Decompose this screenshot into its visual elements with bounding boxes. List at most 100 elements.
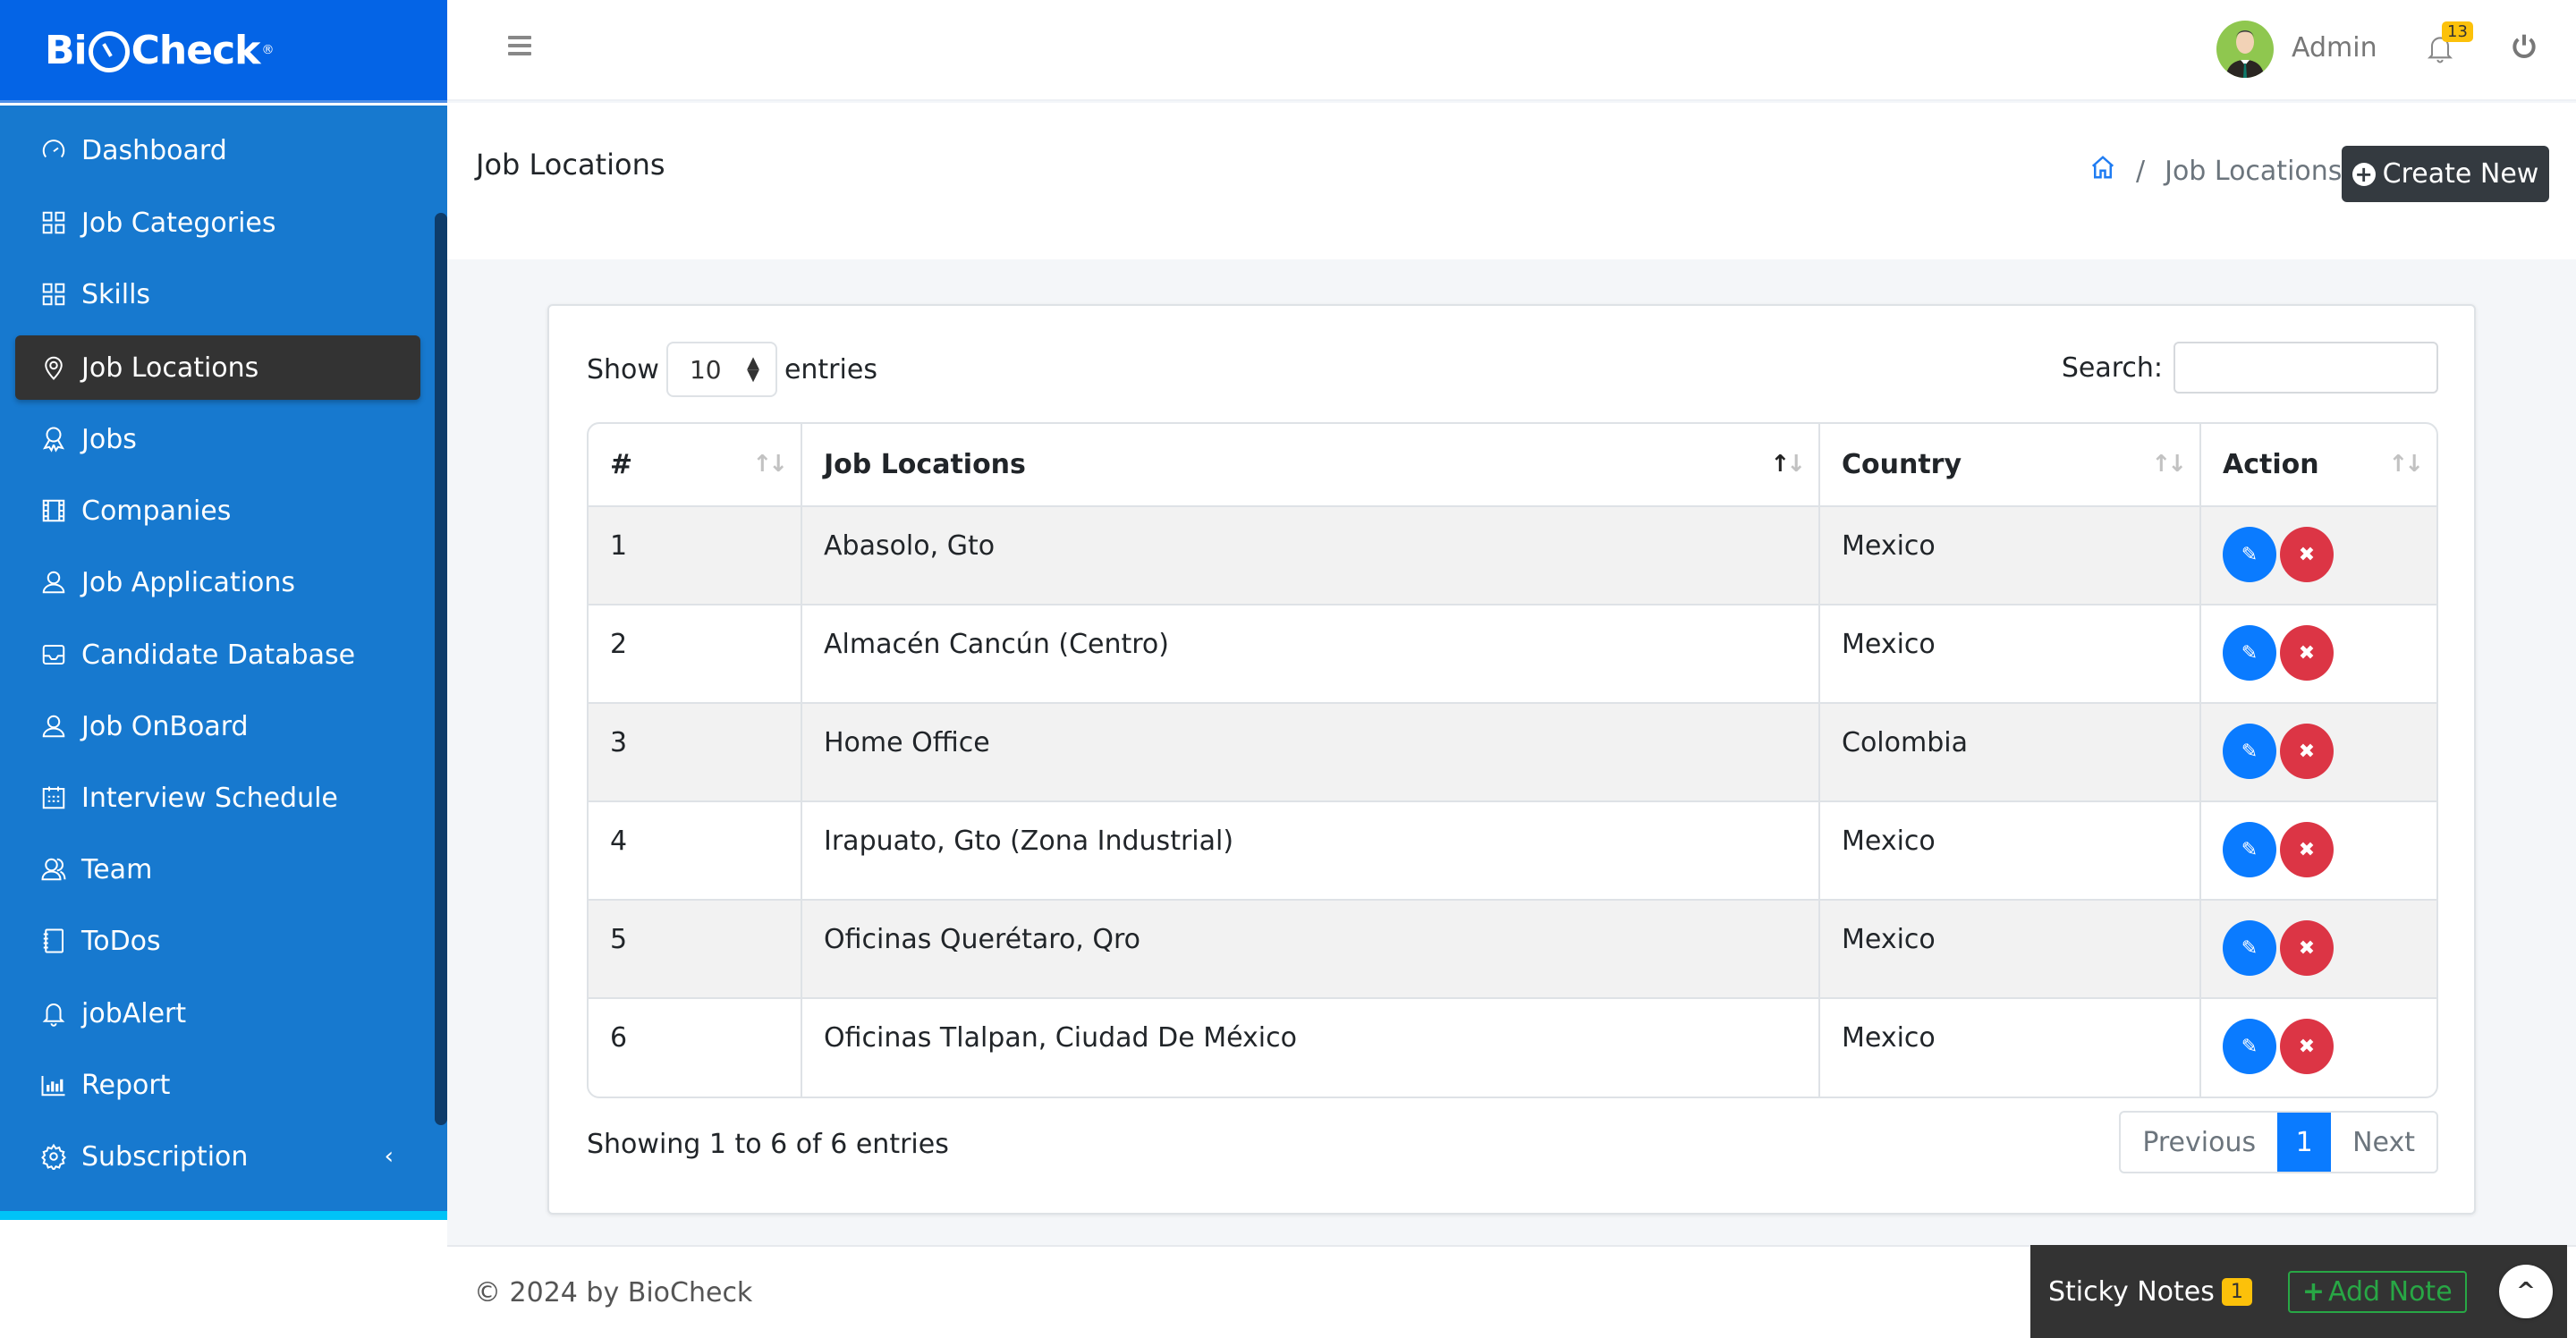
- grid-icon: [40, 209, 67, 236]
- film-icon: [40, 497, 67, 524]
- chevron-left-icon[interactable]: ‹: [385, 1143, 394, 1170]
- cell-location: Irapuato, Gto (Zona Industrial): [801, 801, 1820, 901]
- notebook-icon: [40, 927, 67, 954]
- avatar[interactable]: [2216, 21, 2274, 78]
- bell-icon: [40, 1000, 67, 1027]
- sidebar-item-job-categories[interactable]: Job Categories: [15, 191, 420, 255]
- chevron-up-icon[interactable]: ^: [2499, 1265, 2553, 1318]
- delete-x-icon[interactable]: ✖: [2280, 625, 2334, 681]
- home-icon[interactable]: [2089, 154, 2116, 188]
- calendar-icon: [40, 784, 67, 811]
- copyright: © 2024 by BioCheck: [474, 1277, 753, 1308]
- table-row: 6 Oficinas Tlalpan, Ciudad De México Mex…: [589, 998, 2436, 1097]
- cell-number: 3: [589, 703, 802, 802]
- cell-actions: ✎ ✖: [2200, 506, 2436, 605]
- gear-icon: [40, 1143, 67, 1170]
- sidebar-item-team[interactable]: Team: [15, 837, 420, 902]
- grid-icon: [40, 281, 67, 308]
- sidebar-item-label: Job Applications: [81, 566, 296, 598]
- sidebar-item-label: Job OnBoard: [81, 710, 249, 742]
- sidebar-item-jobs[interactable]: Jobs: [15, 407, 420, 471]
- page-length-select[interactable]: 10 ▲ ▼: [665, 342, 777, 397]
- cell-country: Mexico: [1819, 506, 2201, 605]
- power-logout-icon[interactable]: [2510, 32, 2538, 61]
- edit-pencil-icon[interactable]: ✎: [2223, 1019, 2276, 1074]
- breadcrumb-separator: /: [2136, 155, 2146, 187]
- cell-actions: ✎ ✖: [2200, 998, 2436, 1097]
- sort-icon: ↑↓: [2151, 451, 2187, 478]
- search-input[interactable]: [2174, 342, 2438, 394]
- users-icon: [40, 856, 67, 883]
- edit-pencil-icon[interactable]: ✎: [2223, 724, 2276, 779]
- cell-country: Colombia: [1819, 703, 2201, 802]
- plus-icon: +: [2301, 1275, 2326, 1308]
- create-new-button[interactable]: + Create New: [2342, 146, 2549, 202]
- cell-country: Mexico: [1819, 900, 2201, 999]
- brand-logo[interactable]: Bi Check ®: [45, 27, 274, 73]
- sidebar-item-report[interactable]: Report: [15, 1053, 420, 1117]
- delete-x-icon[interactable]: ✖: [2280, 527, 2334, 582]
- sticky-notes-label[interactable]: Sticky Notes: [2048, 1276, 2215, 1308]
- delete-x-icon[interactable]: ✖: [2280, 822, 2334, 877]
- cell-location: Oficinas Querétaro, Qro: [801, 900, 1820, 999]
- pagination-next[interactable]: Next: [2331, 1113, 2436, 1172]
- sidebar-item-label: Subscription: [81, 1140, 249, 1173]
- sidebar-item-jobalert[interactable]: jobAlert: [15, 981, 420, 1046]
- edit-pencil-icon[interactable]: ✎: [2223, 822, 2276, 877]
- sidebar-menu: Dashboard Job Categories Skills Job Loca…: [0, 106, 447, 1211]
- sidebar-scrollbar[interactable]: [435, 213, 447, 1125]
- sidebar-item-label: Companies: [81, 495, 232, 527]
- sidebar-item-label: Team: [81, 853, 153, 885]
- user-icon: [40, 569, 67, 596]
- sidebar-item-label: Dashboard: [81, 134, 227, 166]
- sidebar-item-job-onboard[interactable]: Job OnBoard: [15, 694, 420, 758]
- brand-name-right: Check: [131, 27, 261, 73]
- add-note-button[interactable]: + Add Note: [2287, 1270, 2467, 1313]
- table-info: Showing 1 to 6 of 6 entries: [587, 1129, 949, 1160]
- sidebar-item-dashboard[interactable]: Dashboard: [15, 118, 420, 182]
- sidebar-item-companies[interactable]: Companies: [15, 478, 420, 543]
- delete-x-icon[interactable]: ✖: [2280, 920, 2334, 976]
- column-header-number[interactable]: # ↑↓: [589, 424, 802, 507]
- page-length-value: 10: [689, 354, 722, 385]
- cell-actions: ✎ ✖: [2200, 801, 2436, 901]
- pagination-page-1[interactable]: 1: [2277, 1113, 2332, 1172]
- job-locations-table: # ↑↓ Job Locations ↑↓ Country ↑↓ Action ↑↓ 1…: [587, 422, 2438, 1098]
- sidebar-bottom-accent: [0, 1211, 447, 1220]
- delete-x-icon[interactable]: ✖: [2280, 724, 2334, 779]
- notification-count-badge: 13: [2442, 21, 2473, 42]
- sidebar-item-job-locations[interactable]: Job Locations: [15, 335, 420, 400]
- sidebar-item-subscription[interactable]: Subscription ‹: [15, 1124, 420, 1189]
- sidebar-item-todos[interactable]: ToDos: [15, 909, 420, 973]
- edit-pencil-icon[interactable]: ✎: [2223, 625, 2276, 681]
- brand-header: Bi Check ®: [0, 0, 447, 103]
- delete-x-icon[interactable]: ✖: [2280, 1019, 2334, 1074]
- sidebar-item-candidate-database[interactable]: Candidate Database: [15, 622, 420, 687]
- sidebar-item-skills[interactable]: Skills: [15, 262, 420, 326]
- cell-actions: ✎ ✖: [2200, 605, 2436, 704]
- column-header-job-locations[interactable]: Job Locations ↑↓: [801, 424, 1820, 507]
- sidebar-item-interview-schedule[interactable]: Interview Schedule: [15, 766, 420, 830]
- column-header-country[interactable]: Country ↑↓: [1819, 424, 2201, 507]
- breadcrumb-current: Job Locations: [2165, 155, 2343, 187]
- user-name[interactable]: Admin: [2292, 32, 2377, 64]
- sidebar-item-label: Job Locations: [81, 351, 259, 384]
- cell-actions: ✎ ✖: [2200, 900, 2436, 999]
- pagination-previous[interactable]: Previous: [2121, 1113, 2277, 1172]
- sticky-notes-count-badge: 1: [2221, 1277, 2252, 1306]
- page-length-control: Show 10 ▲ ▼ entries: [587, 342, 877, 397]
- sort-icon: ↑↓: [2388, 451, 2424, 478]
- cell-number: 5: [589, 900, 802, 999]
- map-pin-icon: [40, 354, 67, 381]
- create-new-label: Create New: [2382, 158, 2539, 190]
- menu-toggle-icon[interactable]: [508, 36, 531, 55]
- pagination: Previous 1 Next: [2119, 1111, 2438, 1173]
- edit-pencil-icon[interactable]: ✎: [2223, 527, 2276, 582]
- cell-country: Mexico: [1819, 998, 2201, 1097]
- sidebar-item-label: Report: [81, 1069, 171, 1101]
- sidebar-item-label: Skills: [81, 278, 151, 310]
- column-header-action[interactable]: Action ↑↓: [2200, 424, 2436, 507]
- search-control: Search:: [2062, 342, 2438, 394]
- edit-pencil-icon[interactable]: ✎: [2223, 920, 2276, 976]
- sidebar-item-job-applications[interactable]: Job Applications: [15, 550, 420, 614]
